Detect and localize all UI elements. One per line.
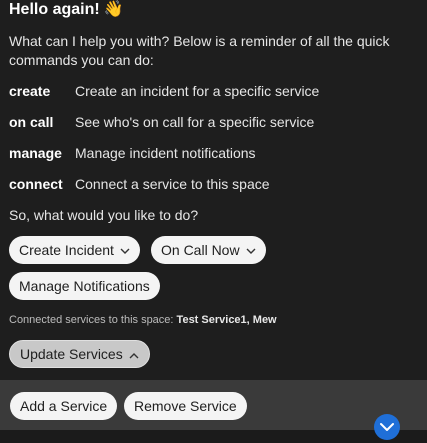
command-desc: Create an incident for a specific servic… xyxy=(75,83,320,99)
add-service-label: Add a Service xyxy=(20,398,108,414)
title-text: Hello again! xyxy=(9,1,100,18)
update-services-dropdown[interactable]: Update Services xyxy=(9,340,150,368)
intro-text: What can I help you with? Below is a rem… xyxy=(9,33,390,68)
command-key: create xyxy=(9,83,51,99)
message-title: Hello again! 👋 xyxy=(9,0,124,20)
command-key: manage xyxy=(9,145,62,161)
create-incident-dropdown[interactable]: Create Incident xyxy=(9,236,140,264)
manage-notifications-button[interactable]: Manage Notifications xyxy=(9,272,160,300)
scroll-down-button[interactable] xyxy=(374,414,400,440)
connected-label: Connected services to this space: xyxy=(9,314,174,326)
scroll-down-icon xyxy=(380,423,394,431)
command-key: on call xyxy=(9,114,54,130)
chevron-down-icon xyxy=(246,238,256,266)
command-desc: Manage incident notifications xyxy=(75,145,256,161)
on-call-now-label: On Call Now xyxy=(161,242,240,258)
wave-emoji: 👋 xyxy=(103,1,124,18)
create-incident-label: Create Incident xyxy=(19,242,114,258)
command-key: connect xyxy=(9,176,63,192)
update-services-label: Update Services xyxy=(20,346,123,362)
command-desc: Connect a service to this space xyxy=(75,176,270,192)
command-row-connect: connect Connect a service to this space xyxy=(9,175,270,193)
command-desc: See who's on call for a specific service xyxy=(75,114,315,130)
on-call-now-dropdown[interactable]: On Call Now xyxy=(151,236,266,264)
bot-message-card: Hello again! 👋 What can I help you with? … xyxy=(0,0,427,380)
connected-services: Connected services to this space: Test S… xyxy=(9,313,277,327)
command-row-manage: manage Manage incident notifications xyxy=(9,144,256,162)
command-row-create: create Create an incident for a specific … xyxy=(9,82,319,100)
manage-notifications-label: Manage Notifications xyxy=(19,278,150,294)
question-text: So, what would you like to do? xyxy=(9,207,199,223)
remove-service-label: Remove Service xyxy=(134,398,237,414)
connected-services-list: Test Service1, Mew xyxy=(176,314,277,326)
command-row-on-call: on call See who's on call for a specific … xyxy=(9,113,314,131)
chevron-up-icon xyxy=(129,343,139,369)
update-services-panel: Add a Service Remove Service xyxy=(0,380,427,430)
remove-service-button[interactable]: Remove Service xyxy=(124,392,247,420)
chevron-down-icon xyxy=(120,238,130,266)
add-service-button[interactable]: Add a Service xyxy=(10,392,118,420)
